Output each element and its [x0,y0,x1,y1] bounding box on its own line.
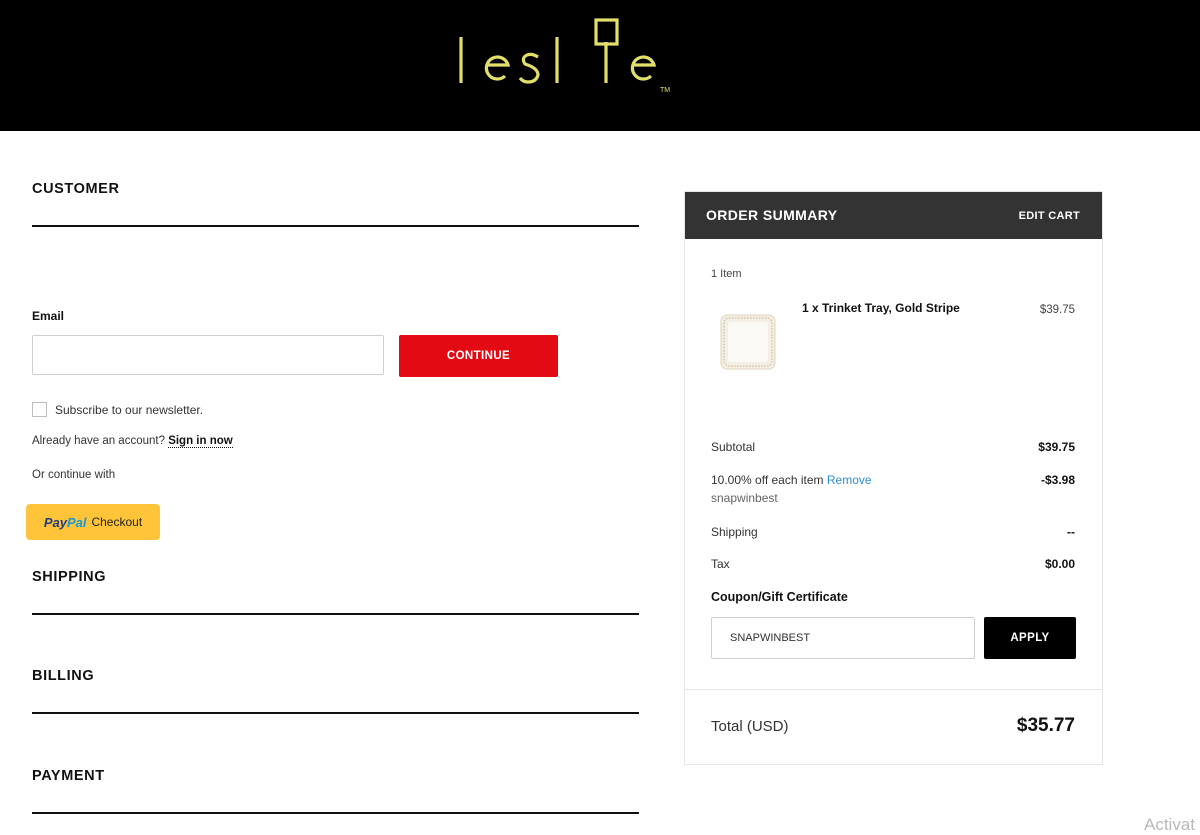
order-summary-header: ORDER SUMMARY EDIT CART [685,192,1102,239]
billing-divider [32,712,639,714]
payment-heading: PAYMENT [32,768,105,784]
trinket-tray-icon [720,314,776,370]
discount-label: 10.00% off each item [711,473,824,487]
sign-in-link[interactable]: Sign in now [168,435,233,448]
payment-divider [32,812,639,814]
shipping-divider [32,613,639,615]
account-prompt-text: Already have an account? [32,435,165,447]
product-thumbnail [715,309,781,375]
discount-value: -$3.98 [1040,473,1075,487]
subtotal-value: $39.75 [1038,440,1075,454]
paypal-checkout-button[interactable]: Pay Pal Checkout [26,504,160,540]
tax-value: $0.00 [1044,557,1075,571]
site-header: TM [0,0,1200,131]
applied-coupon-code: snapwinbest [711,491,778,505]
item-name: 1 x Trinket Tray, Gold Stripe [802,301,960,315]
summary-divider [685,689,1102,690]
item-price: $39.75 [1039,304,1075,316]
newsletter-option[interactable]: Subscribe to our newsletter. [32,402,203,417]
total-value: $35.77 [1016,715,1075,736]
email-label: Email [32,309,65,323]
discount-row: 10.00% off each item Remove [711,473,872,487]
email-field[interactable] [32,335,384,375]
remove-coupon-link[interactable]: Remove [827,473,872,487]
item-count: 1 Item [711,268,742,280]
newsletter-checkbox[interactable] [32,402,47,417]
order-summary-title: ORDER SUMMARY [706,207,838,223]
order-summary-panel: ORDER SUMMARY EDIT CART 1 Item 1 x Trink… [684,191,1103,765]
coupon-heading: Coupon/Gift Certificate [711,590,848,604]
newsletter-label: Subscribe to our newsletter. [55,402,204,417]
tax-label: Tax [711,557,730,571]
shipping-value: -- [1067,525,1075,539]
continue-button[interactable]: CONTINUE [399,335,558,377]
edit-cart-link[interactable]: EDIT CART [1019,210,1080,222]
apply-button[interactable]: APPLY [984,617,1076,659]
leslie-logo[interactable]: TM [456,18,676,98]
billing-heading: BILLING [32,668,95,684]
customer-heading: CUSTOMER [32,181,120,197]
paypal-checkout-label: Checkout [91,515,143,529]
shipping-label: Shipping [711,525,758,539]
total-label: Total (USD) [711,718,789,735]
customer-divider [32,225,639,227]
logo-graphic: TM [459,18,670,94]
account-prompt: Already have an account? Sign in now [32,435,233,448]
shipping-heading: SHIPPING [32,569,107,585]
or-continue-text: Or continue with [32,469,116,481]
paypal-logo-pay: Pay [43,514,67,530]
activation-watermark: Activat [1144,815,1196,834]
subtotal-label: Subtotal [711,440,756,454]
trademark-mark: TM [660,87,670,94]
paypal-logo-pal: Pal [66,514,87,530]
coupon-input[interactable]: SNAPWINBEST [711,617,975,659]
